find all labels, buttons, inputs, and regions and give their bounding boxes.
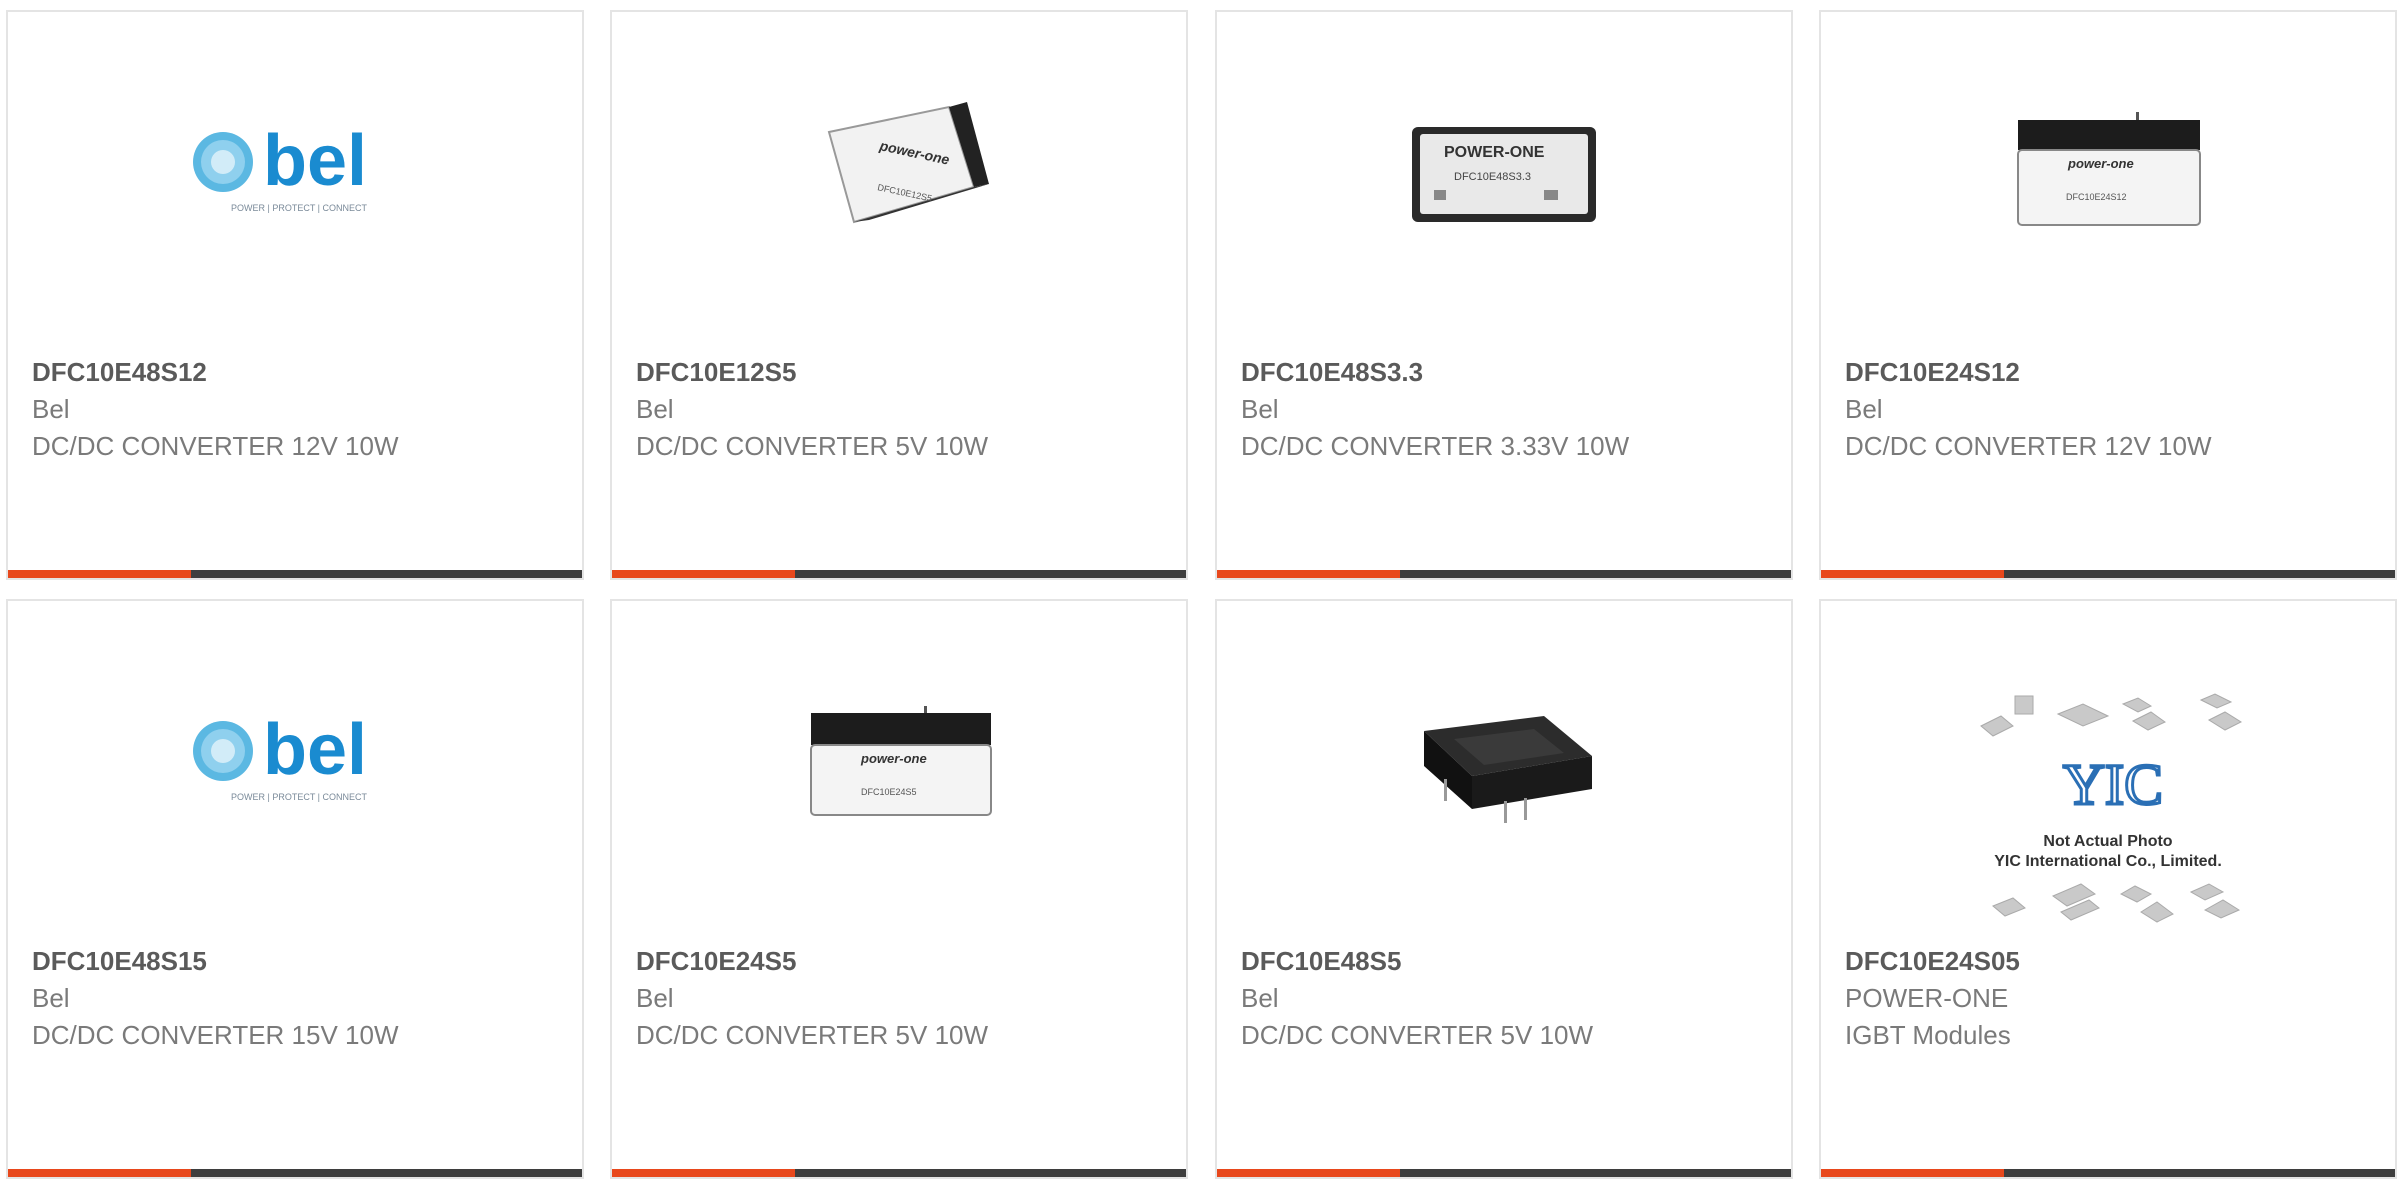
product-image[interactable]: YIC Not Actual Photo YIC International C… xyxy=(1821,686,2395,926)
svg-text:POWER-ONE: POWER-ONE xyxy=(1444,144,1545,161)
product-card[interactable]: bel POWER | PROTECT | CONNECT DFC10E48S1… xyxy=(6,10,584,580)
part-number[interactable]: DFC10E48S15 xyxy=(32,943,399,980)
product-image[interactable]: power-one DFC10E24S5 xyxy=(612,661,1186,861)
description: DC/DC CONVERTER 15V 10W xyxy=(32,1020,399,1050)
card-accent xyxy=(612,570,795,578)
svg-text:power-one: power-one xyxy=(2067,156,2134,171)
card-bottom-bar xyxy=(1821,570,2395,578)
card-bottom-bar xyxy=(1217,1169,1791,1177)
bel-logo-icon: bel POWER | PROTECT | CONNECT xyxy=(193,710,368,802)
part-number[interactable]: DFC10E24S5 xyxy=(636,943,988,980)
product-image[interactable]: bel POWER | PROTECT | CONNECT xyxy=(8,661,582,861)
product-card[interactable]: bel POWER | PROTECT | CONNECT DFC10E48S1… xyxy=(6,599,584,1179)
manufacturer: Bel xyxy=(32,394,70,424)
product-card[interactable]: power-one DFC10E12S5 DFC10E12S5 Bel DC/D… xyxy=(610,10,1188,580)
card-accent xyxy=(612,1169,795,1177)
svg-text:YIC International Co., Limited: YIC International Co., Limited. xyxy=(1994,853,2222,870)
svg-text:power-one: power-one xyxy=(860,751,927,766)
svg-text:POWER | PROTECT | CONNECT: POWER | PROTECT | CONNECT xyxy=(231,792,368,802)
description: DC/DC CONVERTER 3.33V 10W xyxy=(1241,431,1630,461)
svg-text:bel: bel xyxy=(263,121,367,201)
part-number[interactable]: DFC10E24S12 xyxy=(1845,354,2212,391)
module-front-icon: power-one DFC10E24S12 xyxy=(2017,112,2201,226)
card-accent xyxy=(8,570,191,578)
svg-text:DFC10E48S3.3: DFC10E48S3.3 xyxy=(1454,171,1531,183)
description: DC/DC CONVERTER 5V 10W xyxy=(636,431,989,461)
product-card[interactable]: POWER-ONE DFC10E48S3.3 DFC10E48S3.3 Bel … xyxy=(1215,10,1793,580)
product-image[interactable]: bel POWER | PROTECT | CONNECT xyxy=(8,72,582,272)
manufacturer: Bel xyxy=(32,983,70,1013)
manufacturer: Bel xyxy=(636,983,674,1013)
manufacturer: Bel xyxy=(1241,394,1279,424)
part-number[interactable]: DFC10E12S5 xyxy=(636,354,988,391)
module-front-icon: power-one DFC10E24S5 xyxy=(810,706,992,816)
product-image[interactable]: power-one DFC10E24S12 xyxy=(1821,72,2395,272)
card-bottom-bar xyxy=(1217,570,1791,578)
manufacturer: POWER-ONE xyxy=(1845,983,2009,1013)
svg-text:bel: bel xyxy=(263,710,367,790)
product-grid: bel POWER | PROTECT | CONNECT DFC10E48S1… xyxy=(0,0,2400,1179)
product-image[interactable] xyxy=(1217,661,1791,861)
part-number[interactable]: DFC10E24S05 xyxy=(1845,943,2020,980)
description: DC/DC CONVERTER 5V 10W xyxy=(636,1020,989,1050)
card-bottom-bar xyxy=(612,1169,1186,1177)
module-top-icon: POWER-ONE DFC10E48S3.3 xyxy=(1412,127,1596,222)
description: DC/DC CONVERTER 12V 10W xyxy=(32,431,399,461)
card-accent xyxy=(1217,1169,1400,1177)
description: IGBT Modules xyxy=(1845,1020,2011,1050)
part-number[interactable]: DFC10E48S5 xyxy=(1241,943,1593,980)
product-card[interactable]: power-one DFC10E24S5 DFC10E24S5 Bel DC/D… xyxy=(610,599,1188,1179)
module-angled-icon: power-one DFC10E12S5 xyxy=(827,102,989,224)
product-image[interactable]: POWER-ONE DFC10E48S3.3 xyxy=(1217,72,1791,272)
product-card[interactable]: power-one DFC10E24S12 DFC10E24S12 Bel DC… xyxy=(1819,10,2397,580)
card-bottom-bar xyxy=(8,570,582,578)
svg-text:Not Actual Photo: Not Actual Photo xyxy=(2043,833,2172,850)
card-accent xyxy=(1217,570,1400,578)
svg-text:DFC10E24S5: DFC10E24S5 xyxy=(861,787,917,797)
svg-text:DFC10E24S12: DFC10E24S12 xyxy=(2066,192,2127,202)
product-card[interactable]: YIC Not Actual Photo YIC International C… xyxy=(1819,599,2397,1179)
manufacturer: Bel xyxy=(636,394,674,424)
description: DC/DC CONVERTER 12V 10W xyxy=(1845,431,2212,461)
part-number[interactable]: DFC10E48S12 xyxy=(32,354,399,391)
product-image[interactable]: power-one DFC10E12S5 xyxy=(612,72,1186,272)
part-number[interactable]: DFC10E48S3.3 xyxy=(1241,354,1629,391)
yic-placeholder-icon: YIC Not Actual Photo YIC International C… xyxy=(1980,693,2243,923)
card-accent xyxy=(8,1169,191,1177)
description: DC/DC CONVERTER 5V 10W xyxy=(1241,1020,1594,1050)
product-card[interactable]: DFC10E48S5 Bel DC/DC CONVERTER 5V 10W xyxy=(1215,599,1793,1179)
module-black-icon xyxy=(1424,716,1592,823)
bel-logo-icon: bel POWER | PROTECT | CONNECT xyxy=(193,121,368,213)
card-bottom-bar xyxy=(1821,1169,2395,1177)
card-bottom-bar xyxy=(612,570,1186,578)
card-accent xyxy=(1821,570,2004,578)
card-accent xyxy=(1821,1169,2004,1177)
manufacturer: Bel xyxy=(1845,394,1883,424)
svg-text:YIC: YIC xyxy=(2063,752,2163,817)
card-bottom-bar xyxy=(8,1169,582,1177)
manufacturer: Bel xyxy=(1241,983,1279,1013)
svg-text:POWER | PROTECT | CONNECT: POWER | PROTECT | CONNECT xyxy=(231,203,368,213)
